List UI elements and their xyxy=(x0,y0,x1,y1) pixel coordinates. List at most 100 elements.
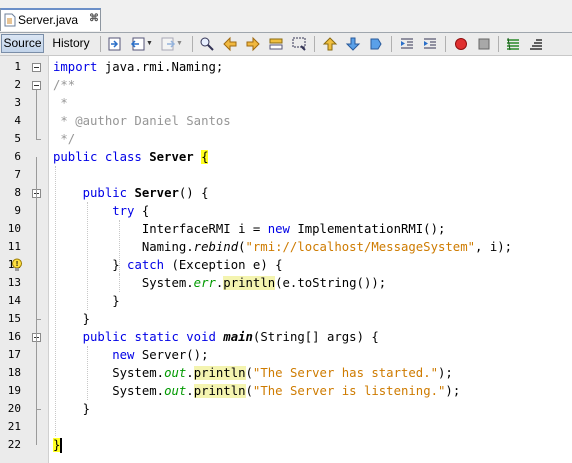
indent-guide xyxy=(119,274,120,292)
code-line[interactable]: System.out.println("The Server is listen… xyxy=(53,382,460,400)
code-token: } xyxy=(53,402,91,416)
code-token: rebind xyxy=(193,240,239,254)
toolbar-separator xyxy=(314,36,315,52)
code-token: Server xyxy=(134,186,179,200)
toggle-highlight-icon[interactable] xyxy=(268,36,284,52)
shift-left-icon[interactable] xyxy=(399,36,415,52)
history-tab-button[interactable]: History xyxy=(48,34,94,53)
java-file-icon xyxy=(4,13,16,27)
last-edit-icon[interactable] xyxy=(107,36,123,52)
fold-toggle-icon[interactable] xyxy=(32,81,41,90)
code-token: System. xyxy=(53,276,194,290)
code-token: import xyxy=(53,60,98,74)
code-token: println xyxy=(193,384,246,398)
forward-dropdown-icon[interactable]: ▼ xyxy=(176,40,183,47)
uncomment-icon[interactable] xyxy=(528,36,544,52)
fold-toggle-icon[interactable] xyxy=(32,63,41,72)
find-previous-icon[interactable] xyxy=(222,36,238,52)
previous-bookmark-icon[interactable] xyxy=(322,36,338,52)
line-number: 17 xyxy=(7,348,21,361)
code-line[interactable]: new Server(); xyxy=(53,346,208,364)
code-line[interactable]: import java.rmi.Naming; xyxy=(53,58,223,76)
code-editor[interactable]: 12345678910111213141516171819202122! imp… xyxy=(0,56,572,463)
svg-text:!: ! xyxy=(16,261,18,268)
code-token: catch xyxy=(127,258,165,272)
code-line[interactable]: } xyxy=(53,310,90,328)
code-token: Naming. xyxy=(53,240,194,254)
toggle-bookmark-icon[interactable] xyxy=(368,36,384,52)
code-line[interactable]: InterfaceRMI i = new ImplementationRMI()… xyxy=(53,220,446,238)
indent-guide xyxy=(87,202,88,310)
tab-server-java[interactable]: Server.java ⌘ xyxy=(0,8,101,31)
code-token: println xyxy=(223,276,276,290)
code-line[interactable]: /** xyxy=(53,76,75,94)
code-line[interactable]: Naming.rebind("rmi://localhost/MessageSy… xyxy=(53,238,512,256)
toolbar-separator xyxy=(100,36,101,52)
tab-label: Server.java xyxy=(18,13,79,27)
toolbar-separator xyxy=(498,36,499,52)
code-token: () { xyxy=(178,186,209,200)
find-next-icon[interactable] xyxy=(245,36,261,52)
code-token: public class xyxy=(53,150,150,164)
start-macro-icon[interactable] xyxy=(453,36,469,52)
code-line[interactable]: System.err.println(e.toString()); xyxy=(53,274,386,292)
line-number: 4 xyxy=(14,114,21,127)
code-token: . xyxy=(186,366,194,380)
line-number: 16 xyxy=(7,330,21,343)
code-token: println xyxy=(193,366,246,380)
close-tab-icon[interactable]: ⌘ xyxy=(89,13,99,24)
code-token: (String[] args) { xyxy=(252,330,379,344)
back-icon[interactable] xyxy=(130,36,146,52)
warning-bulb-icon[interactable]: ! xyxy=(10,258,24,272)
code-token: Server xyxy=(149,150,194,164)
indent-guide xyxy=(119,220,120,274)
code-token: java.rmi.Naming; xyxy=(97,60,224,74)
code-line[interactable]: try { xyxy=(53,202,149,220)
line-number-gutter: 12345678910111213141516171819202122! xyxy=(0,56,49,463)
code-token: err xyxy=(193,276,216,290)
back-dropdown-icon[interactable]: ▼ xyxy=(146,40,153,47)
line-number: 15 xyxy=(7,312,21,325)
find-selection-icon[interactable] xyxy=(291,36,307,52)
text-caret xyxy=(60,438,63,453)
next-bookmark-icon[interactable] xyxy=(345,36,361,52)
code-token: * @author Daniel Santos xyxy=(53,114,231,128)
code-token: out xyxy=(164,366,187,380)
stop-macro-icon[interactable] xyxy=(476,36,492,52)
code-line[interactable]: public Server() { xyxy=(53,184,209,202)
code-line[interactable]: */ xyxy=(53,130,75,148)
code-token: /** xyxy=(53,78,76,92)
code-token: ( xyxy=(245,366,253,380)
code-token: out xyxy=(164,384,187,398)
code-line[interactable]: public static void main(String[] args) { xyxy=(53,328,379,346)
find-icon[interactable] xyxy=(199,36,215,52)
toolbar-separator xyxy=(445,36,446,52)
code-token: InterfaceRMI i = xyxy=(53,222,268,236)
code-token: public xyxy=(82,186,135,200)
source-tab-button[interactable]: Source xyxy=(1,34,44,53)
code-line[interactable]: } xyxy=(53,400,90,418)
shift-right-icon[interactable] xyxy=(422,36,438,52)
code-token: (Exception e) { xyxy=(164,258,283,272)
code-token: "rmi://localhost/MessageSystem" xyxy=(245,240,476,254)
comment-icon[interactable] xyxy=(505,36,521,52)
line-number: 22 xyxy=(7,438,21,451)
code-token: * xyxy=(53,96,68,110)
code-line[interactable]: System.out.println("The Server has start… xyxy=(53,364,453,382)
code-line[interactable]: * @author Daniel Santos xyxy=(53,112,231,130)
code-token: { xyxy=(134,204,150,218)
line-number: 1 xyxy=(14,60,21,73)
toolbar-separator xyxy=(391,36,392,52)
code-line[interactable]: * xyxy=(53,94,68,112)
line-number: 14 xyxy=(7,294,21,307)
forward-icon[interactable] xyxy=(160,36,176,52)
line-number: 18 xyxy=(7,366,21,379)
fold-line xyxy=(36,90,37,139)
code-line[interactable]: public class Server { xyxy=(53,148,209,166)
code-line[interactable]: } xyxy=(53,436,63,454)
code-token: (e.toString()); xyxy=(275,276,387,290)
line-number: 3 xyxy=(14,96,21,109)
code-token: ImplementationRMI(); xyxy=(289,222,446,236)
